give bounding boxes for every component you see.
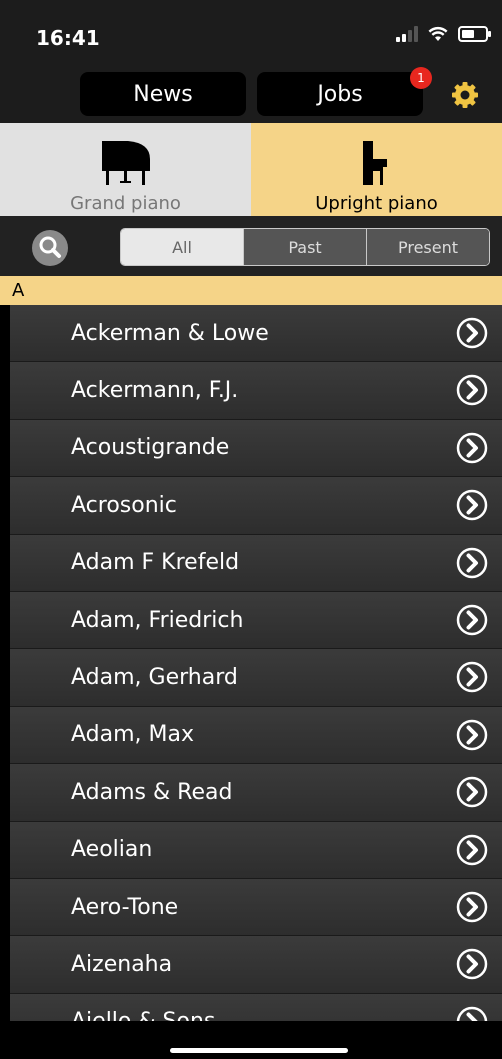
list-item[interactable]: Ackermann, F.J.: [10, 362, 502, 420]
grand-piano-label: Grand piano: [70, 193, 181, 214]
chevron-right-icon[interactable]: [456, 661, 488, 693]
list-item[interactable]: Aero-Tone: [10, 878, 502, 937]
news-button[interactable]: News: [80, 72, 246, 116]
settings-gear-icon[interactable]: [450, 80, 480, 110]
list-item[interactable]: Adam, Friedrich: [10, 591, 502, 650]
search-icon: [39, 236, 61, 258]
tab-grand-piano[interactable]: Grand piano: [0, 123, 251, 216]
chevron-right-icon[interactable]: [456, 374, 488, 406]
top-nav: News Jobs 1: [0, 67, 502, 123]
wifi-icon: [428, 26, 448, 41]
manufacturer-name: Aeolian: [71, 837, 153, 863]
upright-piano-label: Upright piano: [315, 193, 438, 214]
section-header: A: [0, 276, 502, 305]
list-item[interactable]: Adam, Max: [10, 706, 502, 765]
tab-upright-piano[interactable]: Upright piano: [251, 123, 502, 216]
list-item[interactable]: Acrosonic: [10, 477, 502, 535]
status-bar: 16:41: [0, 0, 502, 68]
chevron-right-icon[interactable]: [456, 719, 488, 751]
manufacturer-name: Adam, Friedrich: [71, 607, 244, 633]
cellular-signal-icon: [396, 26, 418, 42]
list-item[interactable]: Aeolian: [10, 821, 502, 879]
segment-present[interactable]: Present: [366, 229, 489, 265]
list-item[interactable]: Aizenaha: [10, 936, 502, 994]
manufacturer-name: Acrosonic: [71, 492, 177, 518]
chevron-right-icon[interactable]: [456, 489, 488, 521]
jobs-badge: 1: [410, 67, 432, 89]
list-item[interactable]: Adam F Krefeld: [10, 534, 502, 592]
manufacturer-name: Adam, Max: [71, 722, 195, 748]
list-item[interactable]: Aiello & Sons: [10, 993, 502, 1021]
chevron-right-icon[interactable]: [456, 432, 488, 464]
manufacturer-name: Adams & Read: [71, 779, 233, 805]
manufacturer-name: Adam, Gerhard: [71, 665, 238, 691]
list-item[interactable]: Adams & Read: [10, 764, 502, 822]
chevron-right-icon[interactable]: [456, 604, 488, 636]
piano-type-selector: Grand piano Upright piano: [0, 123, 502, 216]
list-item[interactable]: Acoustigrande: [10, 419, 502, 478]
chevron-right-icon[interactable]: [456, 834, 488, 866]
manufacturer-name: Ackermann, F.J.: [71, 378, 239, 404]
upright-piano-icon: [362, 141, 387, 185]
manufacturer-name: Acoustigrande: [71, 435, 230, 461]
chevron-right-icon[interactable]: [456, 1006, 488, 1021]
grand-piano-icon: [101, 141, 150, 185]
segment-past[interactable]: Past: [243, 229, 366, 265]
manufacturer-name: Ackerman & Lowe: [71, 320, 269, 346]
manufacturer-name: Aiello & Sons: [71, 1009, 215, 1021]
chevron-right-icon[interactable]: [456, 547, 488, 579]
manufacturer-name: Aero-Tone: [71, 894, 179, 920]
jobs-button[interactable]: Jobs: [257, 72, 423, 116]
manufacturer-list[interactable]: Ackerman & Lowe Ackermann, F.J. Acoustigra…: [10, 305, 502, 1021]
search-button[interactable]: [32, 230, 68, 266]
time-filter-segmented-control: All Past Present: [120, 228, 490, 266]
list-item[interactable]: Ackerman & Lowe: [10, 305, 502, 363]
segment-all[interactable]: All: [121, 229, 243, 265]
bottom-bar: [0, 1021, 502, 1059]
list-item[interactable]: Adam, Gerhard: [10, 649, 502, 707]
chevron-right-icon[interactable]: [456, 891, 488, 923]
home-indicator[interactable]: [170, 1048, 348, 1053]
chevron-right-icon[interactable]: [456, 776, 488, 808]
filter-bar: All Past Present: [0, 216, 502, 276]
chevron-right-icon[interactable]: [456, 317, 488, 349]
status-icons: [396, 26, 491, 42]
status-time: 16:41: [36, 26, 100, 50]
chevron-right-icon[interactable]: [456, 948, 488, 980]
battery-icon: [458, 26, 491, 42]
manufacturer-name: Aizenaha: [71, 951, 173, 977]
manufacturer-name: Adam F Krefeld: [71, 550, 240, 576]
